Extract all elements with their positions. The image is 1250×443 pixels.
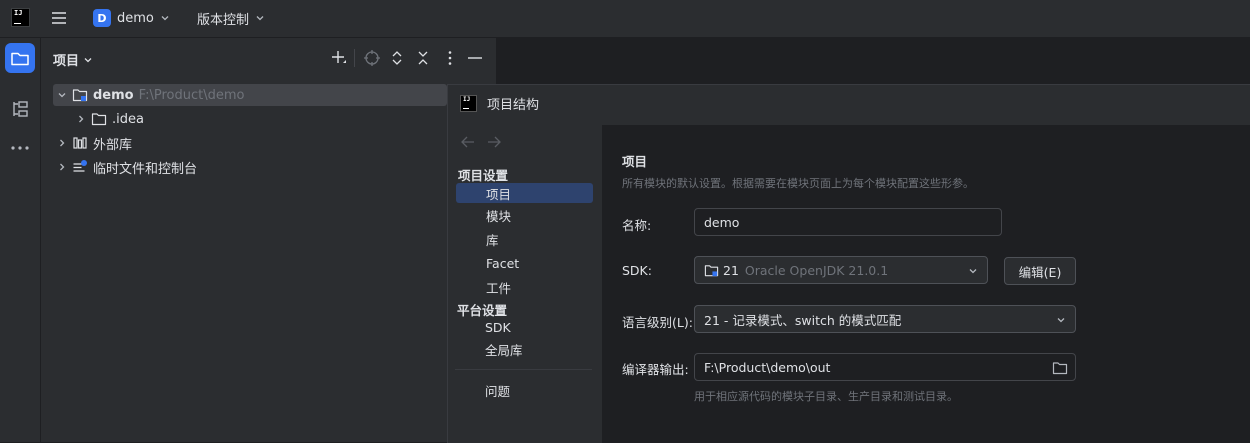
dialog-content: 项目 所有模块的默认设置。根据需要在模块页面上为每个模块配置这些形参。 名称: … <box>603 125 1250 443</box>
tool-window-strip <box>0 38 41 442</box>
toolbar-divider <box>354 49 355 67</box>
sdk-version: 21 <box>723 262 739 278</box>
sidebar-item-facets[interactable]: Facet <box>456 253 593 273</box>
chevron-down-icon <box>161 16 169 21</box>
chevron-down-icon <box>256 16 264 21</box>
compiler-output-label: 编译器输出: <box>622 362 689 377</box>
edit-sdk-button[interactable]: 编辑(E) <box>1004 257 1076 285</box>
sdk-folder-icon <box>704 264 719 276</box>
tree-scratches-label: 临时文件和控制台 <box>93 161 198 177</box>
sdk-dropdown[interactable]: 21 Oracle OpenJDK 21.0.1 <box>694 256 988 284</box>
tree-row-idea[interactable]: .idea <box>76 108 144 130</box>
language-level-label: 语言级别(L): <box>622 315 693 330</box>
structure-tool-button[interactable] <box>10 99 30 119</box>
language-level-value: 21 - 记录模式、switch 的模式匹配 <box>704 312 902 328</box>
plus-icon <box>332 51 346 63</box>
app-logo-icon[interactable]: IJ <box>11 8 30 27</box>
project-widget[interactable]: D demo <box>93 7 170 29</box>
project-view-selector[interactable]: 项目 <box>53 50 93 69</box>
arrow-left-icon <box>461 136 474 148</box>
chevron-down-icon <box>1057 318 1065 323</box>
tree-row-demo[interactable]: demo F:\Product\demo <box>57 84 244 106</box>
folder-icon <box>91 113 107 126</box>
sidebar-item-artifacts[interactable]: 工件 <box>456 277 593 297</box>
project-tool-button[interactable] <box>5 43 35 73</box>
more-tools-button[interactable] <box>10 142 30 154</box>
chevron-down-icon <box>58 93 66 98</box>
scratches-icon <box>73 160 87 172</box>
name-label: 名称: <box>622 218 652 233</box>
panel-title: 项目 <box>53 54 80 69</box>
options-button[interactable] <box>441 49 459 67</box>
locate-icon <box>364 50 380 66</box>
folder-icon <box>11 52 29 66</box>
sdk-label: SDK: <box>622 263 652 278</box>
dialog-title-bar: IJ 项目结构 <box>460 94 539 113</box>
chevron-right-icon <box>60 139 65 147</box>
sidebar-item-modules[interactable]: 模块 <box>456 205 593 225</box>
tree-root-path: F:\Product\demo <box>138 87 245 103</box>
locate-button[interactable] <box>363 49 381 67</box>
compiler-output-field[interactable]: F:\Product\demo\out <box>694 353 1076 381</box>
main-menu-hamburger-icon[interactable] <box>49 8 69 28</box>
project-name: demo <box>117 10 154 26</box>
sdk-name: Oracle OpenJDK 21.0.1 <box>744 262 889 278</box>
minimize-icon <box>468 57 482 59</box>
vcs-label: 版本控制 <box>197 12 250 28</box>
name-value: demo <box>704 214 740 230</box>
tree-row-scratches[interactable]: 临时文件和控制台 <box>57 156 197 178</box>
tree-idea-label: .idea <box>112 111 144 127</box>
tree-root-name: demo <box>93 87 134 103</box>
expand-all-button[interactable] <box>388 49 406 67</box>
content-heading: 项目 <box>622 154 648 169</box>
tree-row-external-libraries[interactable]: 外部库 <box>57 132 132 154</box>
project-panel: 项目 demo F:\Product\demo .idea 外部库 临时文件和控… <box>41 38 496 442</box>
app-logo-icon: IJ <box>460 95 477 112</box>
new-file-button[interactable] <box>330 49 348 67</box>
chevron-right-icon <box>79 115 84 123</box>
dialog-sidebar: 项目设置 项目 模块 库 Facet 工件 <box>448 125 603 443</box>
back-button[interactable] <box>460 135 476 149</box>
chevron-right-icon <box>60 163 65 171</box>
name-field[interactable]: demo <box>694 208 1002 236</box>
compiler-output-value: F:\Product\demo\out <box>704 359 831 375</box>
content-description: 所有模块的默认设置。根据需要在模块页面上为每个模块配置这些形参。 <box>622 177 974 190</box>
expand-all-icon <box>392 51 402 65</box>
more-vertical-icon <box>448 51 452 65</box>
arrow-right-icon <box>488 136 501 148</box>
project-structure-dialog: IJ 项目结构 项目设置 项目 模块 库 Facet 工件 项目 所有模块的默认… <box>447 84 1250 443</box>
compiler-output-hint: 用于相应源代码的模块子目录、生产目录和测试目录。 <box>694 390 958 403</box>
vcs-widget[interactable]: 版本控制 <box>197 7 265 29</box>
sidebar-item-libraries[interactable]: 库 <box>456 229 593 249</box>
tree-external-libs-label: 外部库 <box>93 137 133 153</box>
library-icon <box>73 137 87 149</box>
collapse-all-button[interactable] <box>414 49 432 67</box>
hide-panel-button[interactable] <box>466 49 484 67</box>
module-folder-icon <box>72 89 88 102</box>
more-horizontal-icon <box>11 146 29 150</box>
collapse-all-icon <box>418 51 428 65</box>
browse-folder-icon[interactable] <box>1052 360 1068 376</box>
project-badge: D <box>93 9 111 27</box>
language-level-dropdown[interactable]: 21 - 记录模式、switch 的模式匹配 <box>694 305 1076 333</box>
title-bar: IJ D demo 版本控制 <box>0 0 1250 38</box>
dialog-title: 项目结构 <box>487 98 540 113</box>
forward-button[interactable] <box>486 135 502 149</box>
section-project-settings: 项目设置 <box>458 168 509 183</box>
structure-icon <box>13 101 28 117</box>
chevron-down-icon <box>969 269 977 274</box>
chevron-down-icon <box>84 57 92 62</box>
sidebar-item-project[interactable]: 项目 <box>456 183 593 203</box>
